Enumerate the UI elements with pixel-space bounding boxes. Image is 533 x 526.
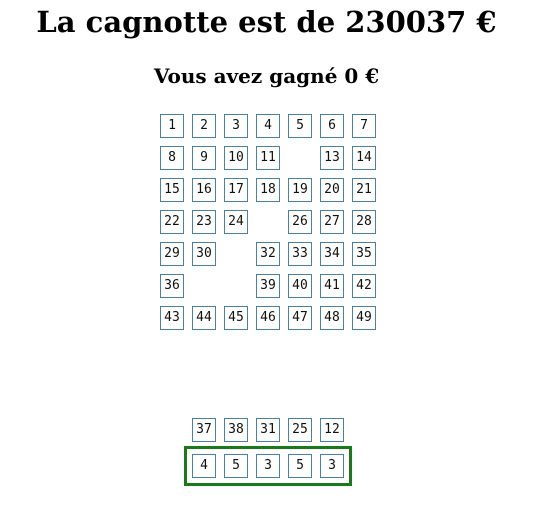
grid-number-cell[interactable]: 49	[352, 306, 376, 330]
grid-number-cell[interactable]: 42	[352, 274, 376, 298]
grid-number-cell[interactable]: 5	[288, 114, 312, 138]
grid-number-cell[interactable]: 27	[320, 210, 344, 234]
grid-number-cell[interactable]: 10	[224, 146, 248, 170]
grid-number-cell[interactable]: 33	[288, 242, 312, 266]
drawn-number-cell[interactable]: 25	[288, 418, 312, 442]
grid-number-cell[interactable]: 19	[288, 178, 312, 202]
grid-number-cell[interactable]: 3	[224, 114, 248, 138]
grid-number-cell[interactable]: 29	[160, 242, 184, 266]
picked-number-cell[interactable]: 3	[256, 454, 280, 478]
grid-number-cell[interactable]: 24	[224, 210, 248, 234]
grid-number-cell[interactable]: 1	[160, 114, 184, 138]
grid-number-cell[interactable]: 22	[160, 210, 184, 234]
grid-number-cell[interactable]: 20	[320, 178, 344, 202]
drawn-number-cell[interactable]: 37	[192, 418, 216, 442]
grid-number-cell[interactable]: 45	[224, 306, 248, 330]
grid-number-cell[interactable]: 8	[160, 146, 184, 170]
picked-number-cell[interactable]: 3	[320, 454, 344, 478]
grid-number-cell[interactable]: 16	[192, 178, 216, 202]
grid-number-cell[interactable]: 15	[160, 178, 184, 202]
grid-number-cell[interactable]: 11	[256, 146, 280, 170]
drawn-number-cell[interactable]: 38	[224, 418, 248, 442]
grid-number-cell[interactable]: 30	[192, 242, 216, 266]
grid-number-cell[interactable]: 2	[192, 114, 216, 138]
grid-number-cell[interactable]: 35	[352, 242, 376, 266]
jackpot-title: La cagnotte est de 230037 €	[36, 5, 497, 39]
grid-number-cell[interactable]: 43	[160, 306, 184, 330]
grid-number-cell[interactable]: 39	[256, 274, 280, 298]
grid-number-cell[interactable]: 48	[320, 306, 344, 330]
grid-number-cell[interactable]: 23	[192, 210, 216, 234]
picked-number-cell[interactable]: 5	[288, 454, 312, 478]
grid-number-cell[interactable]: 14	[352, 146, 376, 170]
grid-number-cell[interactable]: 26	[288, 210, 312, 234]
grid-number-cell[interactable]: 47	[288, 306, 312, 330]
grid-number-cell[interactable]: 13	[320, 146, 344, 170]
picked-number-cell[interactable]: 5	[224, 454, 248, 478]
grid-number-cell[interactable]: 44	[192, 306, 216, 330]
winnings-subtitle: Vous avez gagné 0 €	[153, 64, 380, 88]
drawn-number-cell[interactable]: 12	[320, 418, 344, 442]
grid-number-cell[interactable]: 34	[320, 242, 344, 266]
grid-number-cell[interactable]: 36	[160, 274, 184, 298]
grid-number-cell[interactable]: 17	[224, 178, 248, 202]
grid-number-cell[interactable]: 40	[288, 274, 312, 298]
grid-number-cell[interactable]: 9	[192, 146, 216, 170]
grid-number-cell[interactable]: 32	[256, 242, 280, 266]
drawn-number-cell[interactable]: 31	[256, 418, 280, 442]
grid-number-cell[interactable]: 6	[320, 114, 344, 138]
grid-number-cell[interactable]: 18	[256, 178, 280, 202]
grid-number-cell[interactable]: 7	[352, 114, 376, 138]
grid-number-cell[interactable]: 28	[352, 210, 376, 234]
grid-number-cell[interactable]: 21	[352, 178, 376, 202]
grid-number-cell[interactable]: 41	[320, 274, 344, 298]
picked-number-cell[interactable]: 4	[192, 454, 216, 478]
grid-number-cell[interactable]: 4	[256, 114, 280, 138]
grid-number-cell[interactable]: 46	[256, 306, 280, 330]
